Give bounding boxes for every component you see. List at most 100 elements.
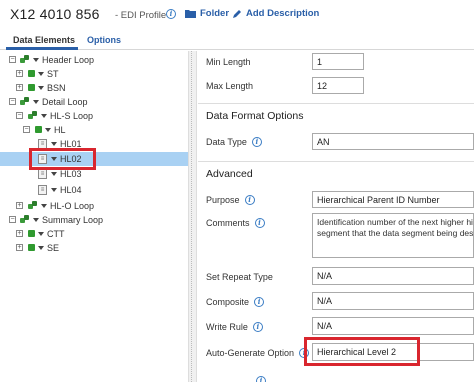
- write-rule-label: Write Rule i: [206, 322, 263, 332]
- tree-item-label: HL: [54, 125, 66, 135]
- info-icon[interactable]: i: [251, 137, 262, 147]
- tree-item-label: HL03: [60, 169, 82, 179]
- tree-item-header-loop[interactable]: − Header Loop: [0, 53, 188, 67]
- dropdown-triangle-icon[interactable]: [41, 204, 47, 208]
- data-type-label: Data Type i: [206, 137, 262, 147]
- dropdown-triangle-icon[interactable]: [38, 86, 44, 90]
- max-length-label: Max Length: [206, 81, 254, 91]
- comments-label-text: Comments: [206, 218, 250, 228]
- loop-group-icon: [28, 111, 38, 120]
- comments-textarea[interactable]: Identification number of the next higher…: [312, 213, 474, 258]
- tree-item-label: Detail Loop: [42, 97, 88, 107]
- dropdown-triangle-icon[interactable]: [51, 172, 57, 176]
- data-format-options-title: Data Format Options: [206, 110, 304, 122]
- profile-title: X12 4010 856: [10, 6, 100, 22]
- expand-icon[interactable]: +: [16, 202, 23, 209]
- expand-icon[interactable]: +: [16, 244, 23, 251]
- composite-field[interactable]: N/A: [312, 292, 474, 310]
- collapse-icon[interactable]: −: [9, 98, 16, 105]
- dropdown-triangle-icon[interactable]: [51, 142, 57, 146]
- segment-icon: [35, 126, 42, 133]
- annotation-highlight-auto-generate: [304, 337, 420, 366]
- data-element-icon: ≡: [38, 185, 47, 195]
- profile-subtitle: - EDI Profile: [115, 10, 167, 21]
- collapse-icon[interactable]: −: [23, 126, 30, 133]
- comments-line-2: segment that the data segment being desc: [317, 228, 474, 238]
- annotation-highlight-hl02: [29, 148, 96, 170]
- properties-panel: Min Length 1 Max Length 12 Data Format O…: [198, 51, 474, 382]
- tree-item-label: ST: [47, 69, 59, 79]
- dropdown-triangle-icon[interactable]: [41, 114, 47, 118]
- data-type-field[interactable]: AN: [312, 133, 474, 150]
- tree-item-label: HL-O Loop: [50, 201, 95, 211]
- tree-item-label: Summary Loop: [42, 215, 104, 225]
- info-icon[interactable]: i: [254, 218, 265, 228]
- set-repeat-type-label: Set Repeat Type: [206, 272, 273, 282]
- dropdown-triangle-icon[interactable]: [33, 100, 39, 104]
- tree-item-hl-o-loop[interactable]: + HL-O Loop: [0, 199, 188, 213]
- folder-icon: [185, 10, 196, 18]
- purpose-label-text: Purpose: [206, 195, 240, 205]
- info-icon[interactable]: i: [244, 195, 255, 205]
- comments-label: Comments i: [206, 218, 265, 228]
- dropdown-triangle-icon[interactable]: [51, 188, 57, 192]
- info-icon[interactable]: i: [256, 376, 266, 382]
- auto-generate-option-label: Auto-Generate Option i: [206, 348, 310, 358]
- tab-bar: Data Elements Options: [0, 32, 474, 50]
- collapse-icon[interactable]: −: [9, 56, 16, 63]
- tree-item-label: CTT: [47, 229, 65, 239]
- collapse-icon[interactable]: −: [9, 216, 16, 223]
- tree-item-se[interactable]: + SE: [0, 241, 188, 255]
- expand-icon[interactable]: +: [16, 230, 23, 237]
- data-type-label-text: Data Type: [206, 137, 247, 147]
- purpose-field[interactable]: Hierarchical Parent ID Number: [312, 191, 474, 208]
- tree-item-st[interactable]: + ST: [0, 67, 188, 81]
- tree-item-label: BSN: [47, 83, 66, 93]
- profile-header: X12 4010 856 - EDI Profile i Folder Add …: [0, 0, 474, 32]
- info-icon[interactable]: i: [252, 322, 263, 332]
- add-description-label: Add Description: [246, 8, 320, 19]
- pencil-icon: [233, 9, 241, 18]
- composite-label-text: Composite: [206, 297, 250, 307]
- tree-item-hl-s-loop[interactable]: − HL-S Loop: [0, 109, 188, 123]
- segment-icon: [28, 244, 35, 251]
- folder-button[interactable]: Folder: [185, 8, 229, 19]
- comments-line-1: Identification number of the next higher…: [317, 217, 473, 227]
- dropdown-triangle-icon[interactable]: [45, 128, 51, 132]
- add-description-button[interactable]: Add Description: [232, 8, 319, 19]
- tree-item-summary-loop[interactable]: − Summary Loop: [0, 213, 188, 227]
- dropdown-triangle-icon[interactable]: [33, 218, 39, 222]
- section-divider: [198, 103, 474, 104]
- expand-icon[interactable]: +: [16, 84, 23, 91]
- segment-icon: [28, 84, 35, 91]
- auto-generate-option-label-text: Auto-Generate Option: [206, 348, 295, 358]
- info-icon[interactable]: i: [254, 297, 265, 307]
- tab-data-elements[interactable]: Data Elements: [13, 35, 75, 45]
- expand-icon[interactable]: +: [16, 70, 23, 77]
- tree-item-ctt[interactable]: + CTT: [0, 227, 188, 241]
- data-element-icon: ≡: [38, 169, 47, 179]
- dropdown-triangle-icon[interactable]: [33, 58, 39, 62]
- tree-item-label: SE: [47, 243, 60, 253]
- tree-item-detail-loop[interactable]: − Detail Loop: [0, 95, 188, 109]
- info-icon[interactable]: i: [166, 9, 176, 19]
- tree-item-label: HL-S Loop: [50, 111, 94, 121]
- tree-item-hl04[interactable]: ≡ HL04: [0, 183, 188, 197]
- data-elements-tree: − Header Loop + ST + BSN − Detail Loop −…: [0, 51, 188, 382]
- dropdown-triangle-icon[interactable]: [38, 72, 44, 76]
- tab-options[interactable]: Options: [87, 35, 121, 45]
- loop-group-icon: [20, 215, 30, 224]
- pane-splitter[interactable]: [188, 51, 197, 382]
- set-repeat-type-field[interactable]: N/A: [312, 267, 474, 285]
- tree-item-bsn[interactable]: + BSN: [0, 81, 188, 95]
- collapse-icon[interactable]: −: [16, 112, 23, 119]
- min-length-field[interactable]: 1: [312, 53, 364, 70]
- dropdown-triangle-icon[interactable]: [38, 232, 44, 236]
- tree-item-hl[interactable]: − HL: [0, 123, 188, 137]
- folder-label: Folder: [200, 8, 230, 19]
- dropdown-triangle-icon[interactable]: [38, 246, 44, 250]
- write-rule-field[interactable]: N/A: [312, 317, 474, 335]
- max-length-field[interactable]: 12: [312, 77, 364, 94]
- splitter-grip[interactable]: [191, 51, 194, 382]
- write-rule-label-text: Write Rule: [206, 322, 248, 332]
